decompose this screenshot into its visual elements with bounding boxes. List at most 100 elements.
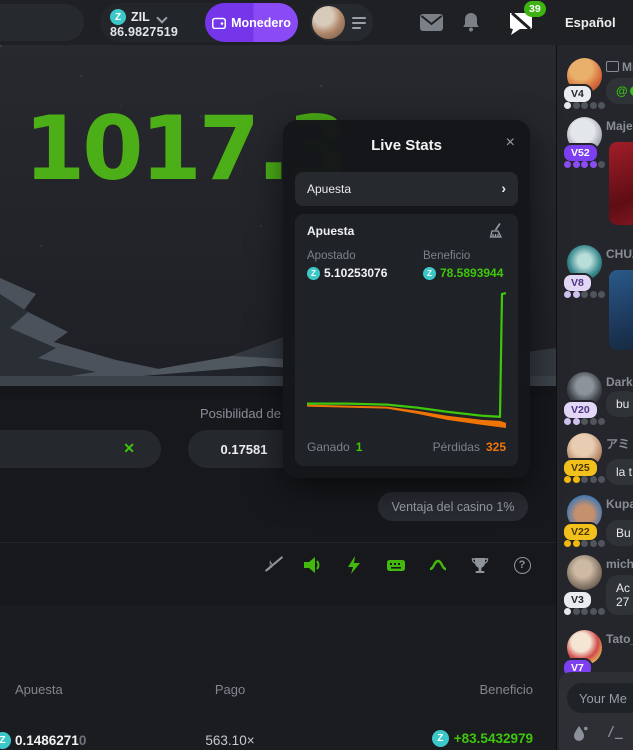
broom-icon[interactable] <box>489 222 506 239</box>
mention-text: @ <box>616 84 628 98</box>
level-badge: V20 <box>562 400 599 420</box>
notification-badge: 39 <box>524 1 546 17</box>
username: CHUZ <box>606 247 633 261</box>
message-bubble[interactable]: bu <box>606 391 633 417</box>
hotkeys-keyboard-icon[interactable] <box>385 554 407 576</box>
message-line: 27 <box>616 595 630 609</box>
wins-value: 1 <box>356 440 363 454</box>
game-toolbar: ♪ ? <box>0 542 556 588</box>
message-bubble[interactable]: la t <box>606 459 633 485</box>
profit-label: Beneficio <box>423 250 470 262</box>
top-bar: Z ZIL 86.9827519 Monedero <box>0 0 633 45</box>
level-pips <box>564 540 605 547</box>
username: Kupa <box>606 497 633 511</box>
rules-slash-icon[interactable]: /_ <box>607 725 623 740</box>
wallet-button[interactable]: Monedero <box>205 3 298 42</box>
wallet-icon <box>212 17 226 29</box>
chevron-right-icon: › <box>501 180 506 196</box>
level-pips <box>564 608 605 615</box>
wallet-balance: 86.9827519 <box>110 25 178 39</box>
column-header-profit: Beneficio <box>480 682 533 697</box>
bets-table: Apuesta Pago Beneficio Z 0.14862710 563.… <box>0 605 556 750</box>
close-icon[interactable]: × <box>506 134 515 152</box>
chat-input-panel: /_ <box>559 672 633 750</box>
panel-title: Live Stats <box>283 137 530 154</box>
menu-icon[interactable] <box>352 17 366 32</box>
bet-amount: 0.1486271 <box>15 733 79 748</box>
wins-label: Ganado <box>307 440 350 454</box>
stats-section-title: Apuesta <box>307 224 354 238</box>
message-line: Ac <box>616 581 630 595</box>
win-chance-label: Posibilidad de <box>200 406 281 421</box>
username: アミ <box>606 435 630 452</box>
bet-amount-dim: 0 <box>79 733 87 748</box>
app-root: Z ZIL 86.9827519 Monedero <box>0 0 633 750</box>
zil-coin-icon: Z <box>0 732 11 749</box>
zil-coin-icon: Z <box>110 9 126 25</box>
username: Tato_ <box>606 632 633 646</box>
search-box[interactable] <box>0 4 84 41</box>
username: Maje <box>606 119 633 133</box>
profile-menu[interactable] <box>310 4 373 41</box>
level-badge: V3 <box>562 590 593 610</box>
image-attachment[interactable] <box>609 270 633 350</box>
language-selector[interactable]: Español <box>565 15 616 30</box>
rain-drop-icon[interactable] <box>573 724 588 742</box>
stats-footer: Ganado 1 Pérdidas 325 <box>307 440 506 454</box>
multiply-x-icon[interactable]: ✕ <box>123 440 135 457</box>
currency-code[interactable]: ZIL <box>131 10 150 24</box>
level-pips <box>564 418 605 425</box>
profit-history-chart <box>307 290 506 432</box>
help-icon[interactable]: ? <box>511 554 533 576</box>
losses-value: 325 <box>486 440 506 454</box>
username: Mi <box>622 60 633 74</box>
leaderboard-trophy-icon[interactable] <box>469 554 491 576</box>
bell-icon[interactable] <box>462 12 480 32</box>
trends-wave-icon[interactable] <box>427 554 449 576</box>
chevron-down-icon[interactable] <box>156 12 167 23</box>
chat-message-input[interactable] <box>567 683 633 713</box>
level-badge: V52 <box>562 143 599 163</box>
losses-label: Pérdidas <box>433 440 480 454</box>
user-emoji-icon <box>606 61 619 72</box>
wallet-widget: Z ZIL 86.9827519 Monedero <box>100 3 298 42</box>
stats-mode-dropdown[interactable]: Apuesta › <box>295 172 518 206</box>
column-header-bet: Apuesta <box>15 682 63 697</box>
profit-value: 78.5893944 <box>440 266 503 280</box>
payout-multiplier: 563.10× <box>140 733 320 748</box>
level-badge: V8 <box>562 273 593 293</box>
stats-card: Apuesta Apostado Z5.10253076 Beneficio Z… <box>295 214 518 466</box>
wagered-value: 5.10253076 <box>324 266 387 280</box>
music-muted-icon[interactable]: ♪ <box>259 554 281 576</box>
level-badge: V22 <box>562 522 599 542</box>
turbo-bolt-icon[interactable] <box>343 554 365 576</box>
live-stats-panel: Live Stats × Apuesta › Apuesta Apostado … <box>283 120 530 478</box>
dropdown-label: Apuesta <box>307 182 351 196</box>
profit-amount: +83.5432979 <box>454 731 533 746</box>
message-bubble[interactable]: Ac 27 <box>606 575 633 615</box>
avatar[interactable] <box>567 555 602 590</box>
message-bubble[interactable]: @ <box>606 78 633 104</box>
image-attachment[interactable] <box>609 142 633 225</box>
column-header-payout: Pago <box>140 682 320 697</box>
level-pips <box>564 102 605 109</box>
level-badge: V4 <box>562 84 593 104</box>
level-pips <box>564 291 605 298</box>
username: Dark <box>606 375 633 389</box>
level-pips <box>564 476 605 483</box>
mail-icon[interactable] <box>420 14 443 31</box>
message-bubble[interactable]: Bu <box>606 520 633 546</box>
sound-icon[interactable] <box>301 554 323 576</box>
avatar[interactable] <box>312 6 345 39</box>
wagered-label: Apostado <box>307 250 356 262</box>
username: mich <box>606 557 633 571</box>
wallet-button-label: Monedero <box>231 16 291 30</box>
table-row[interactable]: Z 0.14862710 563.10× Z +83.5432979 <box>0 730 556 750</box>
level-pips <box>564 161 605 168</box>
house-edge-button[interactable]: Ventaja del casino 1% <box>378 492 528 521</box>
chat-sidebar: Mi @ V4 Maje V52 CHUZ V8 Dark bu V20 <box>556 45 633 750</box>
payout-input[interactable]: ✕ <box>0 430 161 468</box>
zil-coin-icon: Z <box>432 730 449 747</box>
zil-coin-icon: Z <box>307 267 320 280</box>
level-badge: V25 <box>562 458 599 478</box>
